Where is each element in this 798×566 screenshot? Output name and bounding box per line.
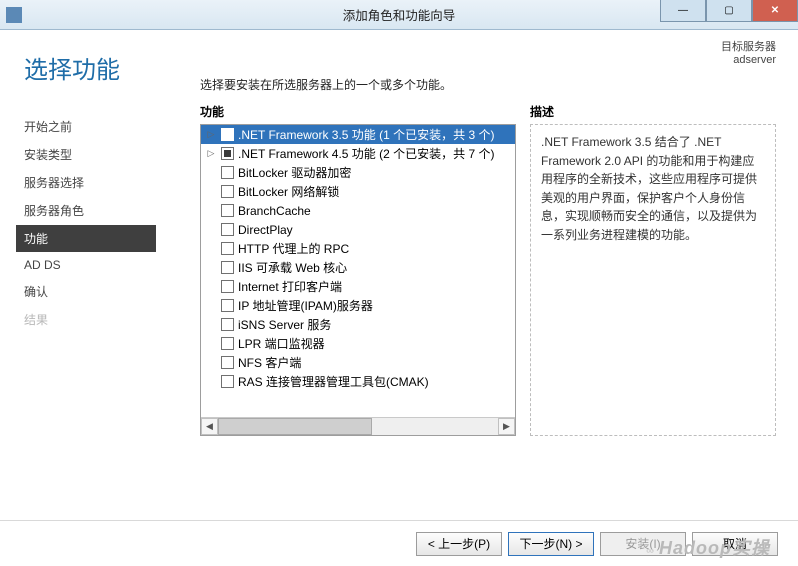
destination-name: adserver <box>721 54 776 66</box>
feature-row[interactable]: NFS 客户端 <box>201 353 515 372</box>
scroll-right-arrow[interactable]: ▶ <box>498 418 515 435</box>
feature-label: IIS 可承载 Web 核心 <box>238 259 347 276</box>
feature-row[interactable]: BranchCache <box>201 201 515 220</box>
wizard-body: 选择功能 开始之前安装类型服务器选择服务器角色功能AD DS确认结果 目标服务器… <box>0 30 798 520</box>
feature-label: BitLocker 驱动器加密 <box>238 164 351 181</box>
cancel-button[interactable]: 取消 <box>692 532 778 556</box>
nav-item[interactable]: 服务器选择 <box>16 169 200 196</box>
feature-checkbox[interactable] <box>221 147 234 160</box>
nav-item[interactable]: AD DS <box>16 253 200 277</box>
scroll-thumb[interactable] <box>218 418 372 435</box>
previous-button[interactable]: < 上一步(P) <box>416 532 502 556</box>
horizontal-scrollbar[interactable]: ◀ ▶ <box>201 417 515 435</box>
feature-row[interactable]: ▷ .NET Framework 3.5 功能 (1 个已安装，共 3 个) <box>201 125 515 144</box>
instruction-text: 选择要安装在所选服务器上的一个或多个功能。 <box>200 76 776 93</box>
close-button[interactable]: ✕ <box>752 0 798 22</box>
feature-row[interactable]: BitLocker 网络解锁 <box>201 182 515 201</box>
feature-row[interactable]: BitLocker 驱动器加密 <box>201 163 515 182</box>
description-panel: 描述 .NET Framework 3.5 结合了 .NET Framework… <box>530 103 776 436</box>
window-controls: — ▢ ✕ <box>660 0 798 22</box>
destination-label: 目标服务器 <box>721 38 776 54</box>
feature-checkbox[interactable] <box>221 337 234 350</box>
maximize-button[interactable]: ▢ <box>706 0 752 22</box>
feature-label: .NET Framework 3.5 功能 (1 个已安装，共 3 个) <box>238 126 494 143</box>
feature-row[interactable]: LPR 端口监视器 <box>201 334 515 353</box>
feature-row[interactable]: Internet 打印客户端 <box>201 277 515 296</box>
feature-checkbox[interactable] <box>221 242 234 255</box>
nav-item[interactable]: 功能 <box>16 225 156 252</box>
feature-checkbox[interactable] <box>221 299 234 312</box>
nav-list: 开始之前安装类型服务器选择服务器角色功能AD DS确认结果 <box>24 113 200 333</box>
feature-label: Internet 打印客户端 <box>238 278 342 295</box>
scroll-left-arrow[interactable]: ◀ <box>201 418 218 435</box>
description-box: .NET Framework 3.5 结合了 .NET Framework 2.… <box>530 124 776 436</box>
next-button[interactable]: 下一步(N) > <box>508 532 594 556</box>
features-label: 功能 <box>200 103 516 120</box>
feature-checkbox[interactable] <box>221 185 234 198</box>
feature-label: BitLocker 网络解锁 <box>238 183 339 200</box>
feature-label: iSNS Server 服务 <box>238 316 331 333</box>
description-label: 描述 <box>530 103 776 120</box>
feature-checkbox[interactable] <box>221 128 234 141</box>
footer: < 上一步(P) 下一步(N) > 安装(I) 取消 ∞Hadoop实操 <box>0 520 798 566</box>
left-pane: 选择功能 开始之前安装类型服务器选择服务器角色功能AD DS确认结果 <box>0 30 200 520</box>
feature-checkbox[interactable] <box>221 223 234 236</box>
features-listbox[interactable]: ▷ .NET Framework 3.5 功能 (1 个已安装，共 3 个) ▷ .N… <box>200 124 516 436</box>
feature-row[interactable]: ▷ .NET Framework 4.5 功能 (2 个已安装，共 7 个) <box>201 144 515 163</box>
features-panel: 功能 ▷ .NET Framework 3.5 功能 (1 个已安装，共 3 个)… <box>200 103 516 436</box>
feature-label: HTTP 代理上的 RPC <box>238 240 349 257</box>
feature-label: BranchCache <box>238 204 311 218</box>
feature-row[interactable]: IIS 可承载 Web 核心 <box>201 258 515 277</box>
nav-item: 结果 <box>16 306 200 333</box>
feature-label: IP 地址管理(IPAM)服务器 <box>238 297 373 314</box>
feature-label: NFS 客户端 <box>238 354 301 371</box>
feature-label: LPR 端口监视器 <box>238 335 325 352</box>
feature-row[interactable]: RAS 连接管理器管理工具包(CMAK) <box>201 372 515 391</box>
expand-icon[interactable]: ▷ <box>205 148 217 159</box>
nav-item[interactable]: 开始之前 <box>16 113 200 140</box>
nav-item[interactable]: 服务器角色 <box>16 197 200 224</box>
install-button: 安装(I) <box>600 532 686 556</box>
feature-checkbox[interactable] <box>221 261 234 274</box>
feature-row[interactable]: IP 地址管理(IPAM)服务器 <box>201 296 515 315</box>
scroll-track[interactable] <box>218 418 498 435</box>
page-title: 选择功能 <box>24 50 200 85</box>
feature-checkbox[interactable] <box>221 204 234 217</box>
destination-server: 目标服务器 adserver <box>721 38 776 66</box>
feature-row[interactable]: DirectPlay <box>201 220 515 239</box>
feature-checkbox[interactable] <box>221 375 234 388</box>
nav-item[interactable]: 安装类型 <box>16 141 200 168</box>
feature-checkbox[interactable] <box>221 280 234 293</box>
expand-icon[interactable]: ▷ <box>205 129 217 140</box>
nav-item[interactable]: 确认 <box>16 278 200 305</box>
feature-row[interactable]: HTTP 代理上的 RPC <box>201 239 515 258</box>
feature-checkbox[interactable] <box>221 318 234 331</box>
feature-checkbox[interactable] <box>221 356 234 369</box>
minimize-button[interactable]: — <box>660 0 706 22</box>
right-pane: 目标服务器 adserver 选择要安装在所选服务器上的一个或多个功能。 功能 … <box>200 30 798 520</box>
feature-row[interactable]: iSNS Server 服务 <box>201 315 515 334</box>
features-scroll-area[interactable]: ▷ .NET Framework 3.5 功能 (1 个已安装，共 3 个) ▷ .N… <box>201 125 515 417</box>
feature-label: RAS 连接管理器管理工具包(CMAK) <box>238 373 429 390</box>
title-bar: 添加角色和功能向导 — ▢ ✕ <box>0 0 798 30</box>
feature-label: .NET Framework 4.5 功能 (2 个已安装，共 7 个) <box>238 145 494 162</box>
feature-checkbox[interactable] <box>221 166 234 179</box>
feature-label: DirectPlay <box>238 223 293 237</box>
